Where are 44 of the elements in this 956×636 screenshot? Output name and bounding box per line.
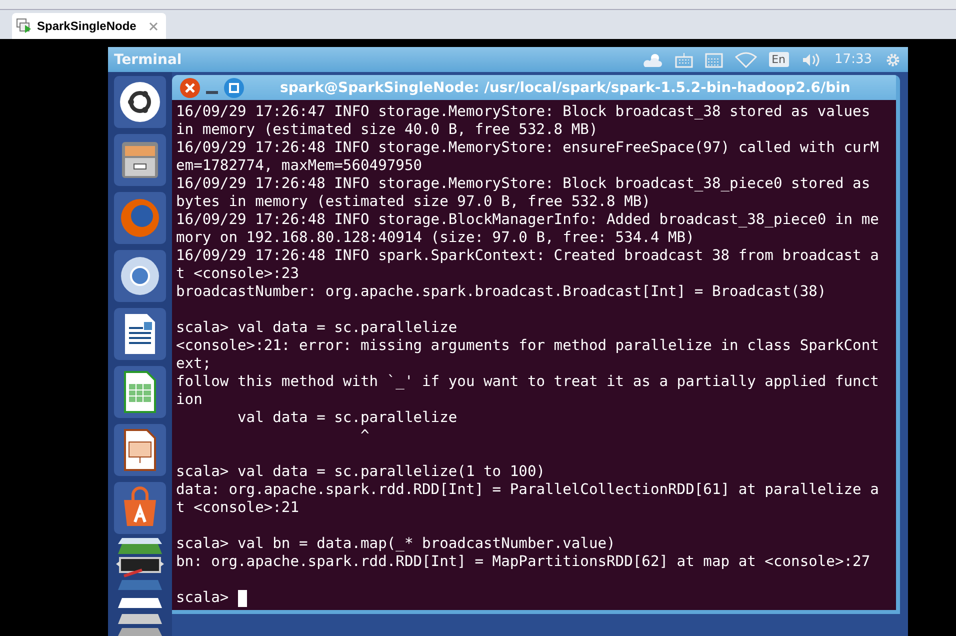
text-cursor — [238, 590, 247, 606]
close-button[interactable] — [180, 78, 200, 98]
terminal-line: ext; — [176, 355, 212, 373]
terminal-line: data: org.apache.spark.rdd.RDD[Int] = ParallelCollectionRDD[61] at parallelize a — [176, 481, 880, 499]
keyboard-icon[interactable] — [674, 52, 693, 68]
terminal-line: scala> val bn = data.map(_* broadcastNumber.value) — [176, 535, 616, 553]
terminal-line: follow this method with `_' if you want to treat it as a partially applied funct — [176, 373, 880, 391]
terminal-line: 16/09/29 17:26:48 INFO storage.MemoryStore: Block broadcast_38_piece0 stored as — [176, 175, 872, 193]
terminal-line: t <console>:23 — [176, 265, 300, 283]
terminal-line: bytes in memory (estimated size 97.0 B, free 532.8 MB) — [176, 193, 652, 211]
terminal-line: 16/09/29 17:26:48 INFO storage.BlockManagerInfo: Added broadcast_38_piece0 in me — [176, 211, 880, 229]
language-indicator[interactable]: En — [768, 52, 789, 67]
terminal-line: t <console>:21 — [176, 499, 300, 517]
presentation-icon[interactable] — [114, 424, 166, 476]
terminal-line: in memory (estimated size 40.0 B, free 532.8 MB) — [176, 121, 599, 139]
window-title: spark@SparkSingleNode: /usr/local/spark/spark-1.5.2-bin-hadoop2.6/bin — [280, 80, 850, 96]
wifi-icon[interactable] — [734, 52, 757, 68]
weather-icon[interactable] — [642, 52, 663, 68]
terminal-line: 16/09/29 17:26:48 INFO spark.SparkContext: Created broadcast 38 from broadcast a — [176, 247, 880, 265]
terminal-line: 16/09/29 17:26:48 INFO storage.MemoryStore: ensureFreeSpace(97) called with curM — [176, 139, 880, 157]
text-document-icon[interactable] — [114, 308, 166, 360]
terminal-line: 16/09/29 17:26:47 INFO storage.MemoryStore: Block broadcast_38 stored as values — [176, 103, 872, 121]
virtual-machine-icon — [16, 18, 32, 34]
close-icon[interactable] — [149, 22, 158, 30]
terminal-line: scala> val data = sc.parallelize — [176, 319, 458, 337]
stacked-launcher-icons-drawing[interactable] — [114, 536, 166, 636]
terminal-line: ^ — [360, 427, 370, 445]
tab-label: SparkSingleNode — [37, 19, 136, 33]
spreadsheet-icon[interactable] — [114, 366, 166, 418]
maximize-button[interactable] — [224, 78, 244, 98]
terminal-line: em=1782774, maxMem=560497950 — [176, 157, 424, 175]
file-cabinet-icon[interactable] — [114, 134, 166, 186]
panel-title: Terminal — [114, 52, 182, 68]
shopping-bag-icon[interactable] — [114, 482, 166, 534]
vm-tab[interactable]: SparkSingleNode — [12, 13, 166, 39]
terminal-line: ion — [176, 391, 204, 409]
terminal-line: <console>:21: error: missing arguments for method parallelize in class SparkCont — [176, 337, 880, 355]
terminal-line: bn: org.apache.spark.rdd.RDD[Int] = MapPartitionsRDD[62] at map at <console>:27 — [176, 553, 872, 571]
terminal-line: val data = sc.parallelize — [236, 409, 458, 427]
shell-prompt: scala> — [176, 589, 229, 607]
calendar-icon[interactable] — [704, 52, 723, 68]
terminal-line: mory on 192.168.80.128:40914 (size: 97.0 B, free: 534.4 MB) — [176, 229, 696, 247]
terminal-line: broadcastNumber: org.apache.spark.broadcast.Broadcast[Int] = Broadcast(38) — [176, 283, 828, 301]
terminal-line: scala> val data = sc.parallelize(1 to 100) — [176, 463, 546, 481]
